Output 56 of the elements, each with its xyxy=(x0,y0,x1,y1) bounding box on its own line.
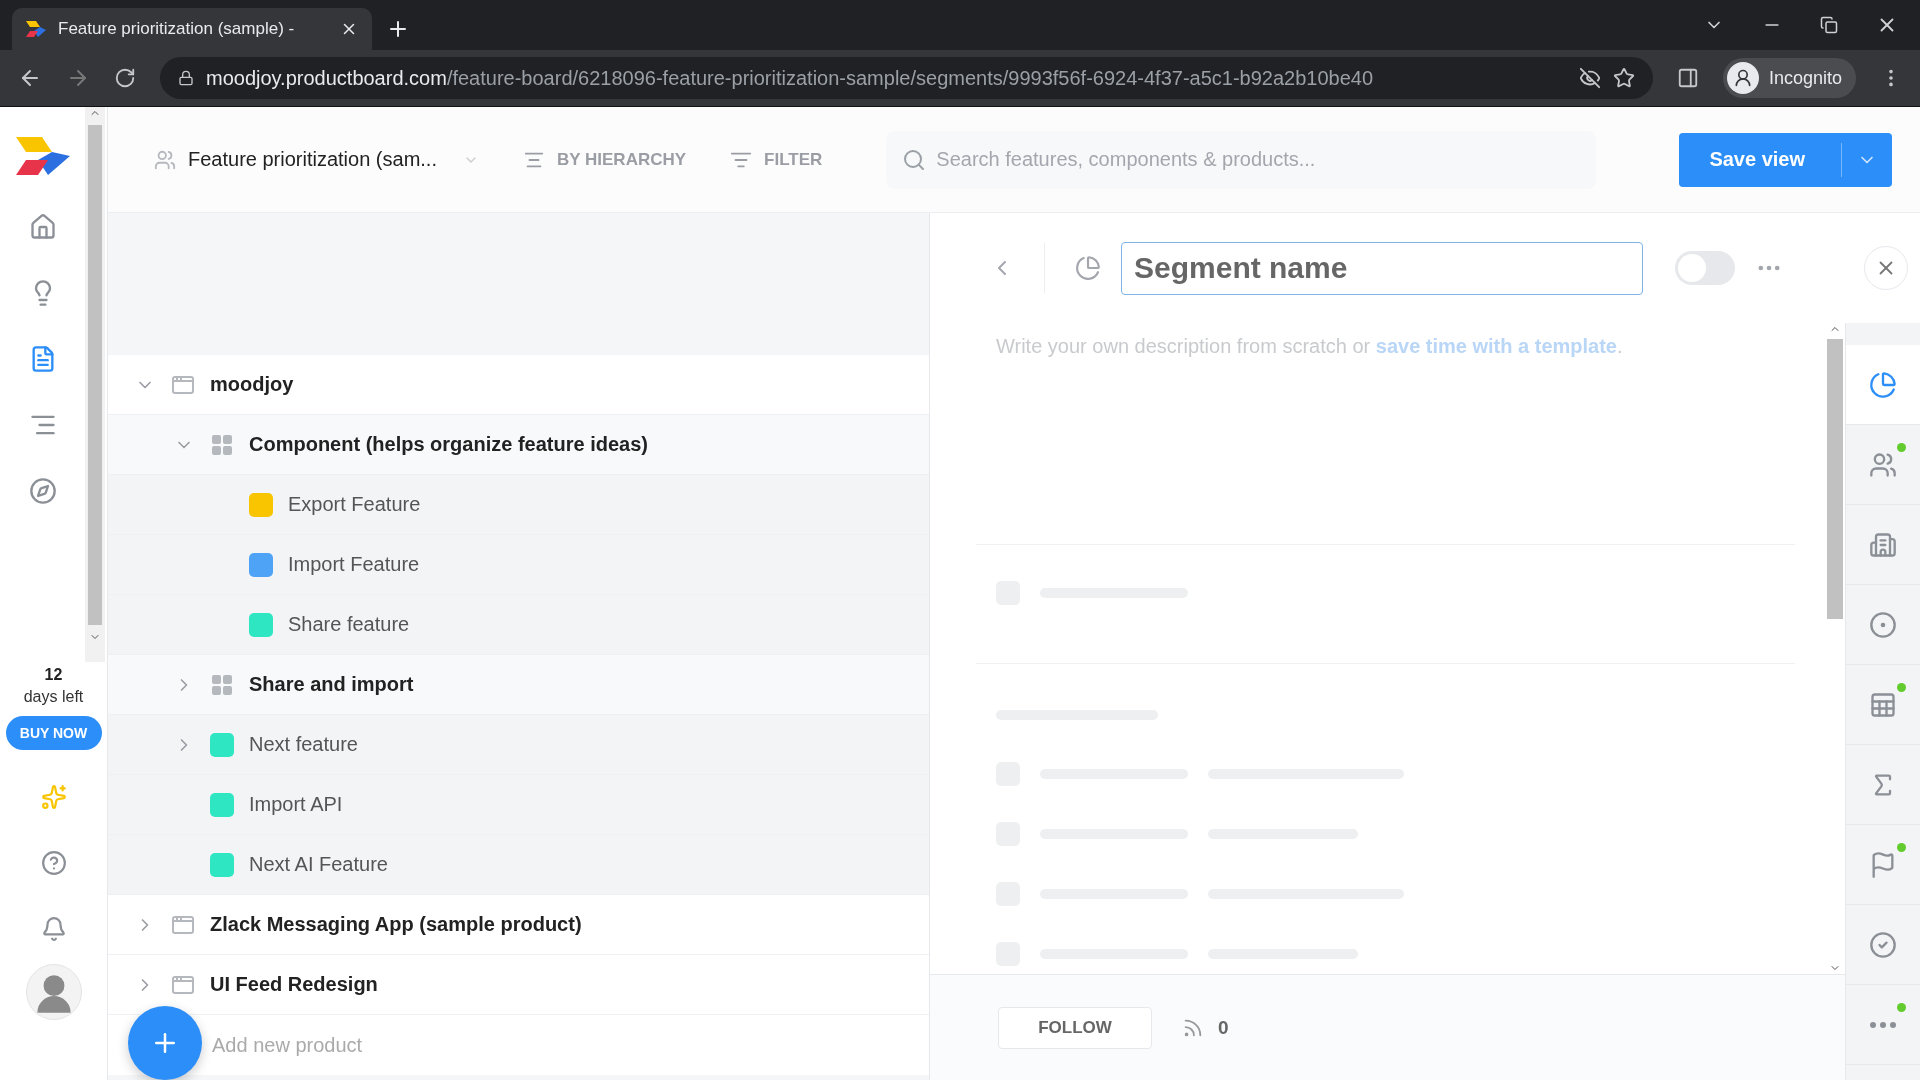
add-product-field[interactable]: Add new product xyxy=(210,1032,510,1058)
logo-icon xyxy=(26,21,46,37)
segment-name-field[interactable]: Segment name xyxy=(1121,241,1643,295)
tab-title: Feature prioritization (sample) - xyxy=(58,19,296,39)
star-icon[interactable] xyxy=(1612,67,1635,89)
eye-off-icon[interactable] xyxy=(1578,67,1601,89)
sparkle-icon[interactable] xyxy=(40,784,67,810)
tree-label: Component (helps organize feature ideas) xyxy=(249,433,648,456)
pie-icon xyxy=(1869,370,1897,399)
grid-icon xyxy=(210,672,234,697)
help-icon[interactable] xyxy=(40,850,67,876)
restore-icon[interactable] xyxy=(1820,16,1838,34)
people-icon xyxy=(154,148,176,171)
tree-label: Next feature xyxy=(249,733,358,756)
side-panel-icon[interactable] xyxy=(1676,67,1699,89)
close-button[interactable] xyxy=(1864,246,1908,290)
tree-label: Share feature xyxy=(288,613,410,636)
trial-label: days left xyxy=(23,688,84,706)
tree-label: UI Feed Redesign xyxy=(210,973,378,996)
board-selector[interactable]: Feature prioritization (sam... xyxy=(154,148,479,171)
incognito-icon xyxy=(1726,62,1759,94)
tree-label: Share and import xyxy=(249,673,414,696)
tree-row[interactable]: UI Feed Redesign xyxy=(108,955,929,1015)
search-icon xyxy=(902,147,927,172)
tree-label: moodjoy xyxy=(210,373,294,396)
browser-tab[interactable]: Feature prioritization (sample) - xyxy=(12,8,372,50)
tree-label: Zlack Messaging App (sample product) xyxy=(210,913,582,936)
home-icon[interactable] xyxy=(28,213,57,241)
url-text: moodjoy.productboard.com/feature-board/6218096-feature-prioritization-sample/segments/9993f56f-6924-4f37-a5c1-b92a2b10be40 xyxy=(206,66,1375,90)
follow-button[interactable]: FOLLOW xyxy=(998,1006,1152,1049)
pie-icon xyxy=(1075,255,1101,281)
compass-icon[interactable] xyxy=(28,477,57,505)
reload-icon[interactable] xyxy=(114,67,136,89)
lock-icon xyxy=(178,70,194,86)
tree-row[interactable]: Zlack Messaging App (sample product) xyxy=(108,895,929,955)
dots-icon xyxy=(1870,1021,1896,1028)
check-circle-icon xyxy=(1869,930,1897,959)
toggle-switch[interactable] xyxy=(1675,251,1735,285)
tree-label: Next AI Feature xyxy=(249,853,388,876)
grid-icon xyxy=(210,432,234,457)
trial-days: 12 xyxy=(44,666,63,684)
follower-count: 0 xyxy=(1218,1016,1229,1039)
tree-row[interactable]: moodjoy xyxy=(108,355,929,415)
bell-icon[interactable] xyxy=(40,916,67,942)
address-bar[interactable]: moodjoy.productboard.com/feature-board/6218096-feature-prioritization-sample/segments/9993f56f-6924-4f37-a5c1-b92a2b10be40 xyxy=(160,57,1653,99)
tree-label: Import Feature xyxy=(288,553,420,576)
scrollbar[interactable] xyxy=(85,107,105,662)
building-icon xyxy=(1869,530,1897,559)
logo-icon[interactable] xyxy=(15,137,70,175)
profile-button[interactable]: Incognito xyxy=(1722,58,1856,98)
tree-label: Export Feature xyxy=(288,493,421,516)
tree-label: Import API xyxy=(249,793,343,816)
people-icon xyxy=(1869,450,1897,479)
grid-icon xyxy=(1869,690,1897,719)
search-field[interactable]: Search features, components & products... xyxy=(886,130,1597,189)
target-icon xyxy=(1869,610,1897,639)
